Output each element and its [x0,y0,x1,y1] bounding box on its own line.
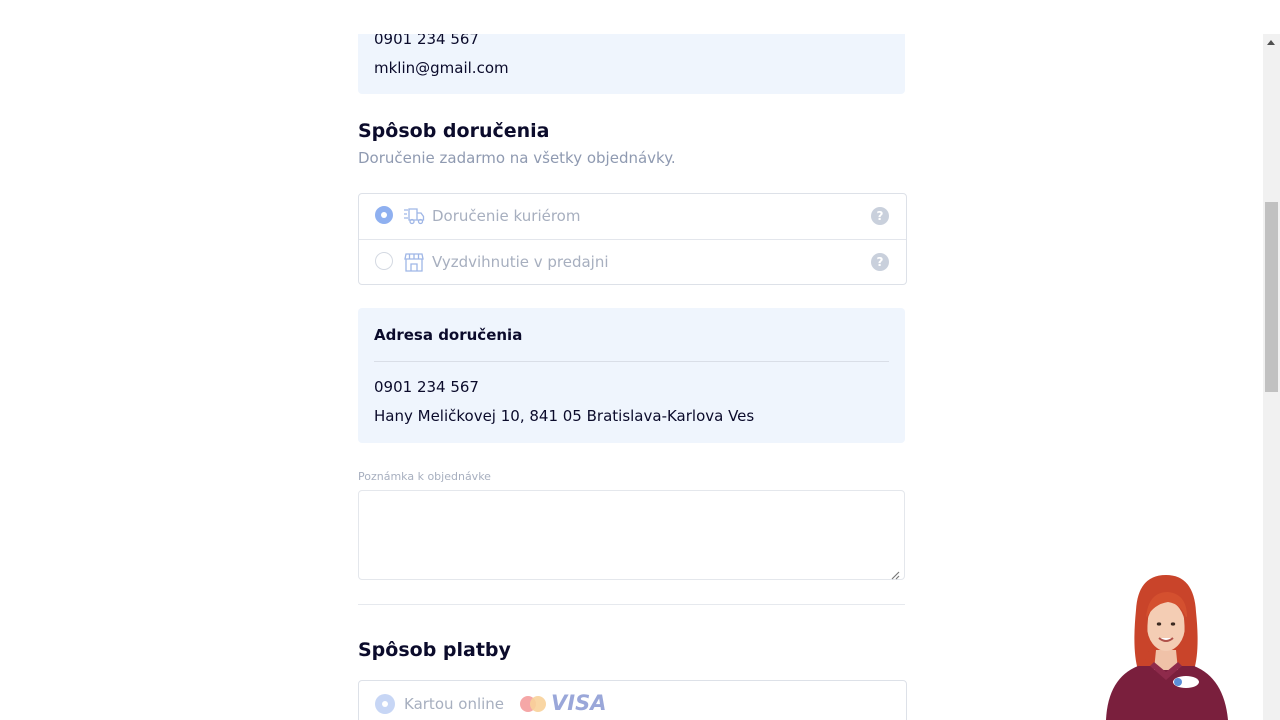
contact-email: mklin@gmail.com [374,59,509,77]
section-divider [358,604,905,605]
delivery-title: Spôsob doručenia [358,120,550,142]
store-radio[interactable] [375,252,393,270]
assistant-avatar[interactable] [1098,570,1233,720]
note-label: Poznámka k objednávke [358,470,491,483]
delivery-option-store[interactable]: Vyzdvihnutie v predajni ? [359,240,906,285]
store-icon [403,252,425,272]
checkout-page: 0901 234 567 mklin@gmail.com Spôsob doru… [0,0,1280,720]
resize-grip-icon[interactable] [890,565,900,580]
scrollbar[interactable] [1263,34,1280,720]
delivery-address-box: Adresa doručenia 0901 234 567 Hany Melič… [358,308,905,443]
scroll-thumb[interactable] [1265,202,1278,392]
scroll-up-arrow-icon[interactable] [1267,40,1275,45]
courier-help-icon[interactable]: ? [871,207,889,225]
store-help-icon[interactable]: ? [871,253,889,271]
courier-label: Doručenie kuriérom [432,207,581,225]
payment-option-card[interactable]: Kartou online VISA [358,680,907,720]
courier-radio[interactable] [375,206,393,224]
store-label: Vyzdvihnutie v predajni [432,253,609,271]
delivery-options: Doručenie kuriérom ? Vyzdvihnutie v pred… [358,193,907,285]
address-phone: 0901 234 567 [374,378,479,396]
card-radio[interactable] [375,694,395,714]
address-divider [374,361,889,362]
visa-logo: VISA [551,691,607,715]
payment-title: Spôsob platby [358,639,511,661]
delivery-subtitle: Doručenie zadarmo na všetky objednávky. [358,149,676,167]
top-bar [0,0,1263,34]
address-title: Adresa doručenia [374,326,523,344]
truck-icon [403,206,425,226]
delivery-option-courier[interactable]: Doručenie kuriérom ? [359,194,906,240]
card-label: Kartou online [404,695,505,713]
note-textarea[interactable] [358,490,905,580]
address-line: Hany Meličkovej 10, 841 05 Bratislava-Ka… [374,407,755,425]
mastercard-icon [519,695,547,713]
